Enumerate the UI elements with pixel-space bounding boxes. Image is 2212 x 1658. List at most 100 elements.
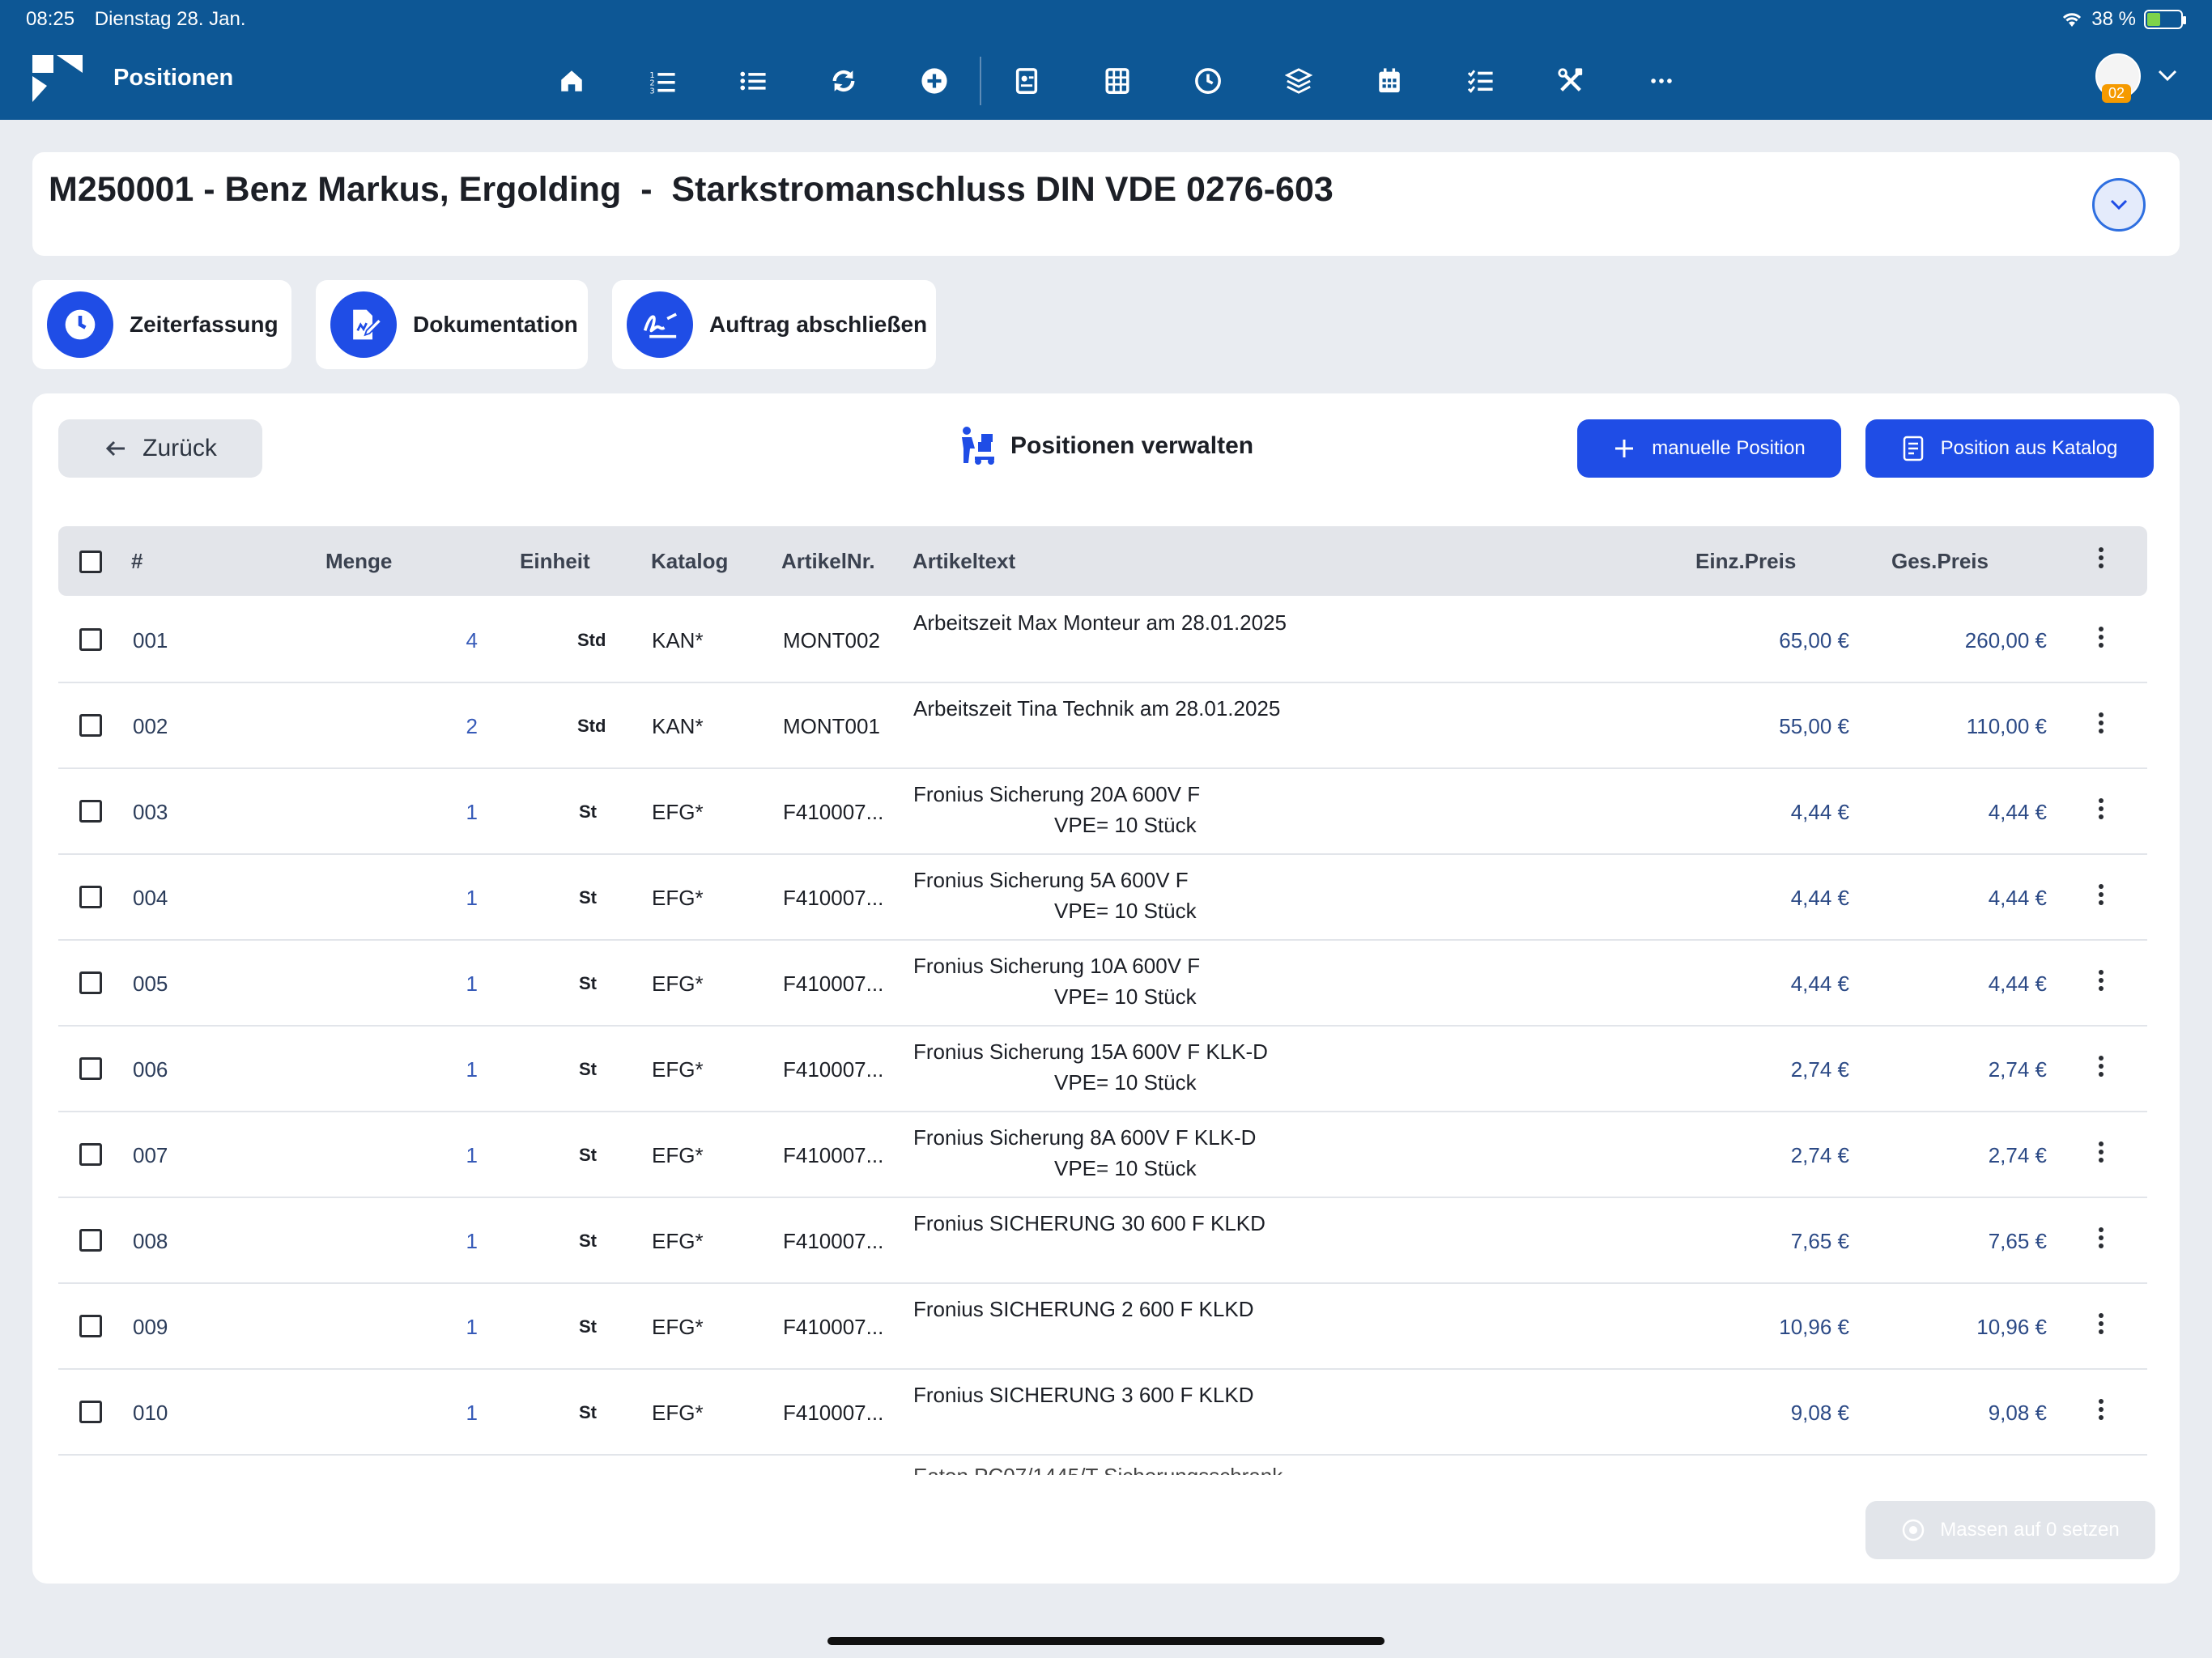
row-quantity[interactable]: 1 — [429, 1401, 478, 1426]
row-menu-icon[interactable] — [2097, 884, 2105, 905]
row-total-price: 9,08 € — [1988, 1401, 2047, 1425]
home-indicator[interactable] — [827, 1637, 1385, 1645]
row-quantity[interactable]: 2 — [429, 714, 478, 739]
row-quantity[interactable]: 4 — [429, 628, 478, 653]
catalog-icon — [1903, 436, 1923, 461]
signature-icon — [627, 291, 693, 358]
row-number: 004 — [133, 886, 168, 910]
row-checkbox[interactable] — [79, 714, 102, 737]
row-number: 010 — [133, 1401, 168, 1425]
page-title: Positionen — [113, 65, 234, 91]
row-article-number: F410007... — [783, 886, 884, 910]
catalog-position-button[interactable]: Position aus Katalog — [1865, 419, 2154, 478]
table-row[interactable]: 003 1 St EFG* F410007... Fronius Sicherung 20… — [58, 769, 2147, 855]
checklist-icon[interactable] — [1435, 58, 1525, 104]
auftrag-abschliessen-button[interactable]: Auftrag abschließen — [612, 280, 936, 369]
back-button[interactable]: Zurück — [58, 419, 262, 478]
panel-title-text: Positionen verwalten — [1010, 432, 1254, 459]
row-unit: St — [579, 801, 597, 822]
tools-icon[interactable] — [1525, 58, 1616, 104]
layers-icon[interactable] — [1253, 58, 1344, 104]
table-row[interactable]: 008 1 St EFG* F410007... Fronius SICHERUNG 30… — [58, 1198, 2147, 1284]
table-header: # Menge Einheit Katalog ArtikelNr. Artik… — [58, 526, 2147, 596]
row-quantity[interactable]: 1 — [429, 800, 478, 825]
more-icon[interactable] — [1616, 58, 1707, 104]
dokumentation-button[interactable]: Dokumentation — [316, 280, 588, 369]
home-icon[interactable] — [526, 58, 617, 104]
table-row[interactable]: 002 2 Std KAN* MONT001 Arbeitszeit Tina Techn… — [58, 683, 2147, 769]
expand-button[interactable] — [2092, 178, 2146, 232]
table-row[interactable]: 007 1 St EFG* F410007... Fronius Sicherung 8A… — [58, 1112, 2147, 1198]
row-quantity[interactable]: 1 — [429, 1143, 478, 1168]
table-row[interactable]: 010 1 St EFG* F410007... Fronius SICHERUNG 3 … — [58, 1370, 2147, 1456]
row-quantity[interactable]: 1 — [429, 1229, 478, 1254]
col-gespreis: Ges.Preis — [1891, 549, 1989, 573]
row-catalog: EFG* — [652, 1315, 704, 1339]
row-quantity[interactable]: 1 — [429, 1057, 478, 1082]
row-menu-icon[interactable] — [2097, 1227, 2105, 1248]
row-catalog: EFG* — [652, 1057, 704, 1082]
row-menu-icon[interactable] — [2097, 1056, 2105, 1077]
action-label: Auftrag abschließen — [709, 312, 928, 337]
add-circle-icon[interactable] — [889, 58, 980, 104]
svg-text:3: 3 — [649, 87, 654, 95]
grid-icon[interactable] — [1072, 58, 1163, 104]
row-unit: Std — [577, 716, 606, 736]
zeiterfassung-button[interactable]: Zeiterfassung — [32, 280, 291, 369]
radio-icon — [1903, 1519, 1925, 1541]
row-menu-icon[interactable] — [2097, 1399, 2105, 1420]
row-checkbox[interactable] — [79, 1229, 102, 1252]
row-menu-icon[interactable] — [2097, 627, 2105, 648]
status-time: 08:25 — [26, 8, 75, 30]
action-label: Zeiterfassung — [130, 312, 279, 337]
clock-icon[interactable] — [1163, 58, 1253, 104]
list-icon[interactable] — [708, 58, 798, 104]
row-checkbox[interactable] — [79, 1315, 102, 1337]
calendar-icon[interactable] — [1344, 58, 1435, 104]
select-all-checkbox[interactable] — [79, 551, 102, 573]
row-total-price: 4,44 € — [1988, 800, 2047, 824]
document-edit-icon — [330, 291, 397, 358]
document-icon[interactable] — [981, 58, 1072, 104]
positions-panel: Zurück Positionen verwalten manuelle Pos… — [32, 393, 2180, 1584]
row-checkbox[interactable] — [79, 800, 102, 823]
row-unit: St — [579, 1316, 597, 1337]
row-number: 009 — [133, 1315, 168, 1339]
col-artikelnr: ArtikelNr. — [781, 549, 875, 573]
row-menu-icon[interactable] — [2097, 1141, 2105, 1163]
table-row[interactable]: 001 4 Std KAN* MONT002 Arbeitszeit Max Monteu… — [58, 597, 2147, 683]
row-quantity[interactable]: 1 — [429, 971, 478, 997]
chevron-down-icon[interactable] — [2157, 68, 2178, 83]
row-total-price: 260,00 € — [1964, 628, 2047, 653]
row-menu-icon[interactable] — [2097, 712, 2105, 733]
row-article-number: MONT002 — [783, 628, 880, 653]
row-catalog: KAN* — [652, 714, 704, 738]
manual-position-button[interactable]: manuelle Position — [1577, 419, 1841, 478]
job-title-card: M250001 - Benz Markus, Ergolding - Stark… — [32, 152, 2180, 256]
table-row[interactable]: 005 1 St EFG* F410007... Fronius Sicherung 10… — [58, 941, 2147, 1027]
row-quantity[interactable]: 1 — [429, 886, 478, 911]
table-row[interactable]: 009 1 St EFG* F410007... Fronius SICHERUNG 2 … — [58, 1284, 2147, 1370]
row-menu-icon[interactable] — [2097, 1313, 2105, 1334]
row-checkbox[interactable] — [79, 971, 102, 994]
row-checkbox[interactable] — [79, 1401, 102, 1423]
row-menu-icon[interactable] — [2097, 970, 2105, 991]
row-quantity[interactable]: 1 — [429, 1315, 478, 1340]
row-checkbox[interactable] — [79, 1057, 102, 1080]
row-catalog: EFG* — [652, 1143, 704, 1167]
ordered-list-icon[interactable]: 123 — [617, 58, 708, 104]
reset-quantities-button[interactable]: Massen auf 0 setzen — [1865, 1501, 2155, 1559]
row-total-price: 2,74 € — [1988, 1143, 2047, 1167]
row-checkbox[interactable] — [79, 1143, 102, 1166]
column-menu-icon[interactable] — [2097, 547, 2105, 568]
col-nr: # — [131, 549, 143, 573]
row-checkbox[interactable] — [79, 886, 102, 908]
row-unit: St — [579, 973, 597, 993]
status-date: Dienstag 28. Jan. — [94, 8, 246, 30]
row-total-price: 7,65 € — [1988, 1229, 2047, 1253]
row-menu-icon[interactable] — [2097, 798, 2105, 819]
table-row[interactable]: 006 1 St EFG* F410007... Fronius Sicherung 15… — [58, 1027, 2147, 1112]
row-checkbox[interactable] — [79, 628, 102, 651]
table-row[interactable]: 004 1 St EFG* F410007... Fronius Sicherung 5A… — [58, 855, 2147, 941]
sync-icon[interactable] — [798, 58, 889, 104]
